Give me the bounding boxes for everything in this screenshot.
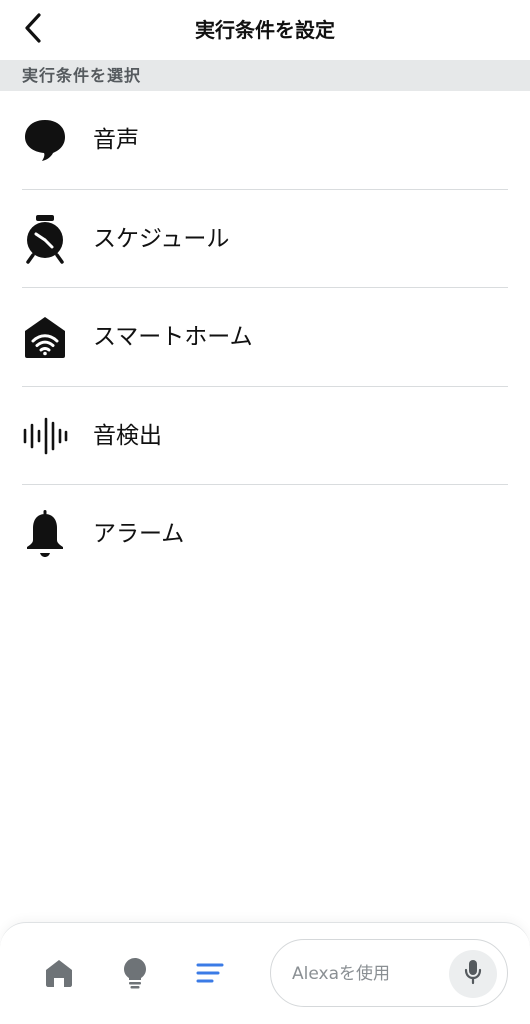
trigger-list: 音声 スケジュール スマートホーム 音検出 アラーム — [0, 91, 530, 584]
section-header: 実行条件を選択 — [0, 60, 530, 91]
section-label: 実行条件を選択 — [22, 66, 142, 85]
trigger-item-smart-home[interactable]: スマートホーム — [0, 288, 530, 387]
alarm-clock-icon — [22, 214, 68, 264]
sound-wave-icon — [22, 413, 68, 459]
trigger-label: 音検出 — [93, 422, 162, 449]
menu-lines-icon[interactable] — [193, 956, 227, 990]
alexa-placeholder: Alexaを使用 — [292, 964, 390, 984]
trigger-item-schedule[interactable]: スケジュール — [0, 190, 530, 288]
speech-bubble-icon — [22, 117, 68, 163]
microphone-icon — [463, 958, 483, 990]
microphone-button[interactable] — [449, 950, 497, 998]
bell-icon — [22, 510, 68, 558]
trigger-item-sound-detection[interactable]: 音検出 — [0, 387, 530, 485]
smart-home-icon — [22, 314, 68, 360]
header: 実行条件を設定 — [0, 0, 530, 60]
alexa-input[interactable]: Alexaを使用 — [270, 939, 508, 1007]
lightbulb-icon[interactable] — [118, 956, 152, 990]
page-title: 実行条件を設定 — [195, 18, 335, 42]
trigger-label: スマートホーム — [93, 324, 253, 351]
home-icon[interactable] — [42, 956, 76, 990]
bottom-nav-bar: Alexaを使用 — [0, 922, 530, 1024]
trigger-item-voice[interactable]: 音声 — [0, 91, 530, 190]
trigger-label: アラーム — [93, 521, 185, 548]
trigger-label: 音声 — [93, 127, 139, 154]
trigger-item-alarm[interactable]: アラーム — [0, 485, 530, 584]
trigger-label: スケジュール — [93, 225, 230, 252]
